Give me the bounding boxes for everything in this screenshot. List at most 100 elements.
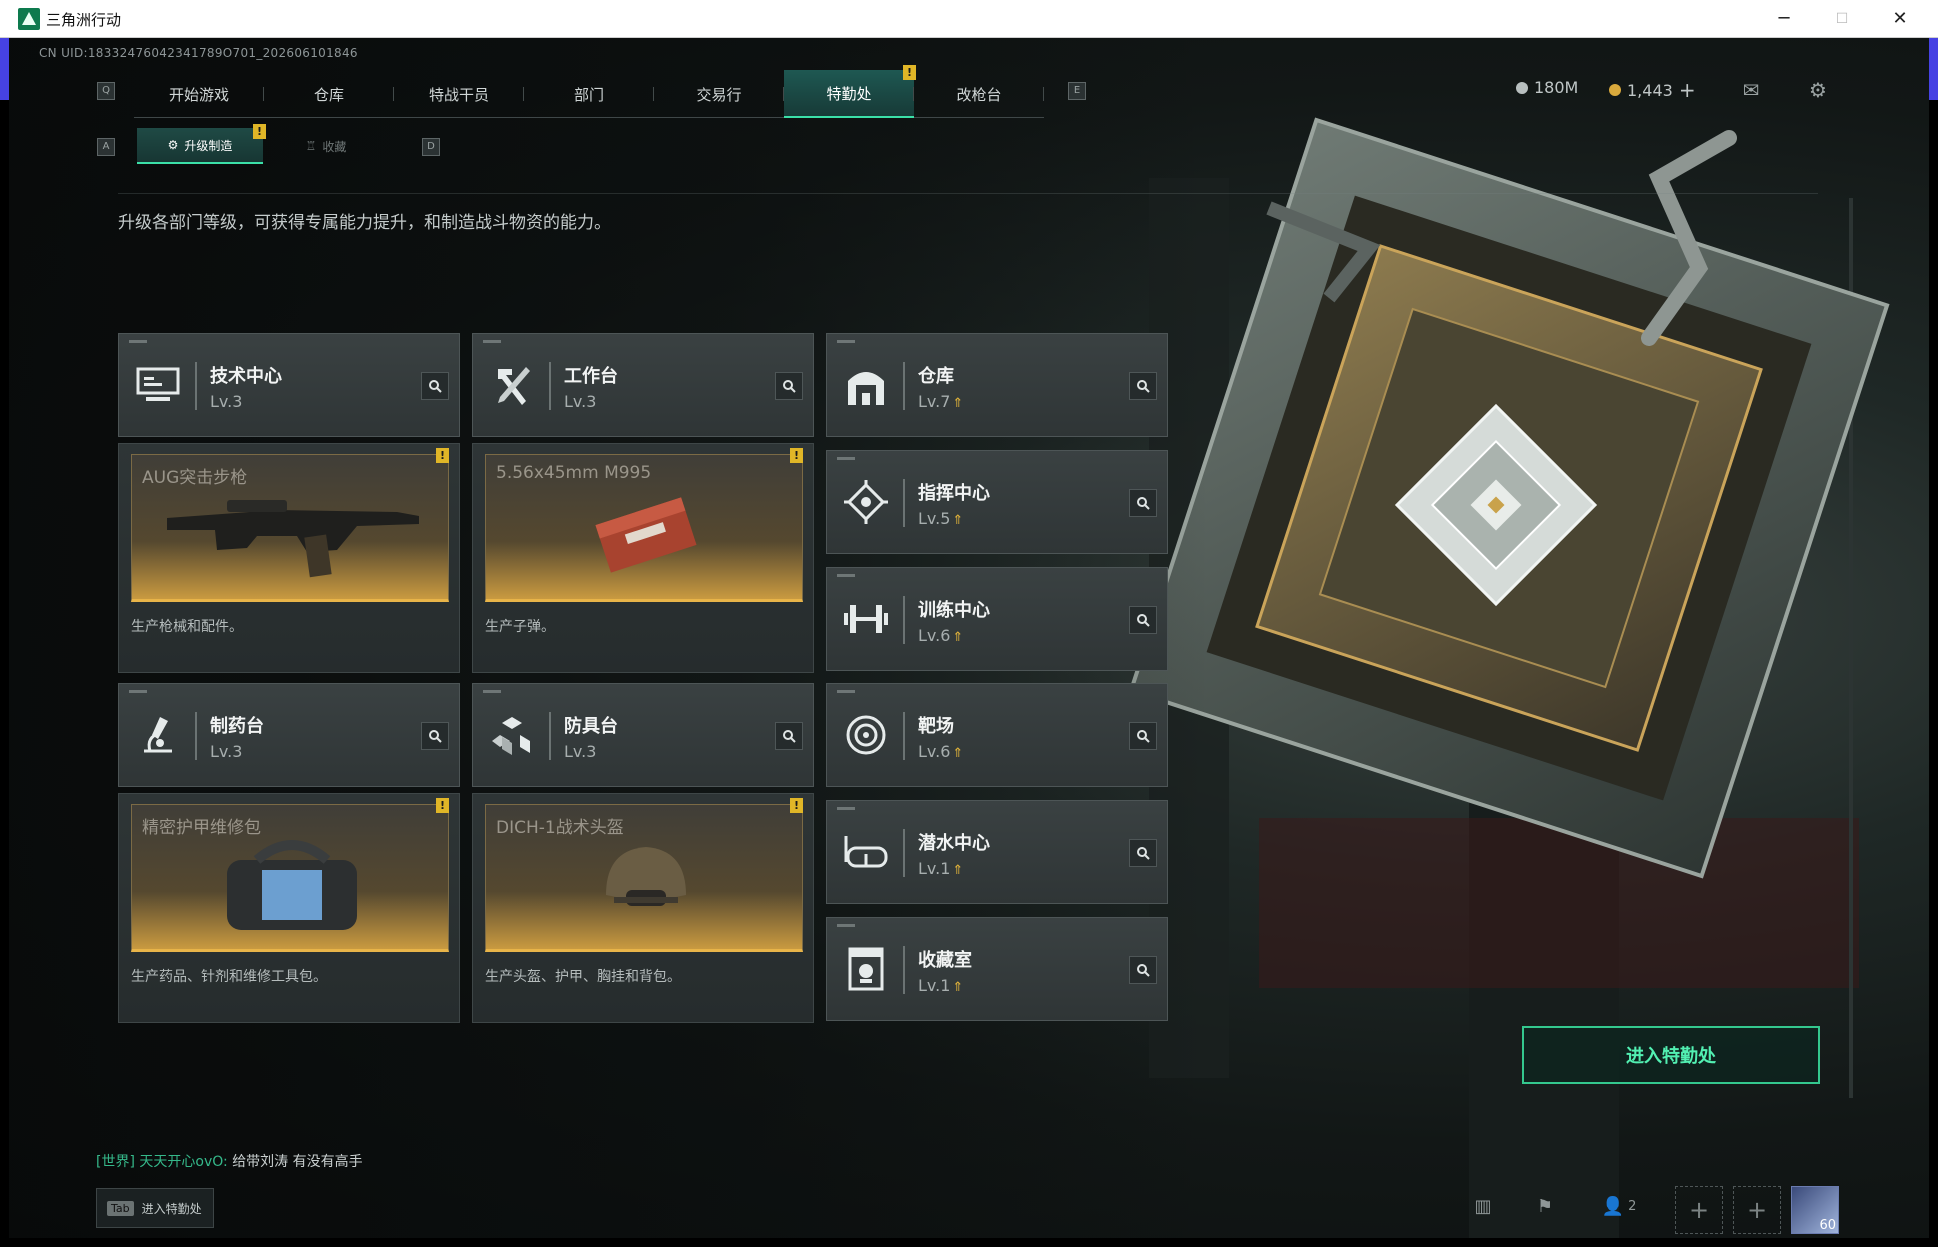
tab-start-game[interactable]: 开始游戏 [134,70,264,118]
nav-alert-badge: ! [903,65,916,80]
dept-card-shooting-range[interactable]: 靶场 Lv.6 ⇑ [826,683,1168,787]
party-slot-add[interactable]: + [1675,1186,1723,1234]
minimize-button[interactable]: ─ [1755,0,1813,38]
dept-level: Lv.1 ⇑ [918,859,963,878]
enter-special-ops-button[interactable]: 进入特勤处 [1522,1026,1820,1084]
dept-name: 收藏室 [918,950,972,971]
tab-hint-button[interactable]: Tab 进入特勤处 [96,1188,214,1228]
production-card-armor[interactable]: DICH-1战术头盔 ! 生产头盔、护甲、胸挂和背包。 [472,793,814,1023]
friends-button[interactable]: 👤 2 [1594,1186,1644,1226]
product-image: AUG突击步枪 [131,454,449,602]
avatar[interactable]: 60 [1791,1186,1839,1234]
card-tag [837,457,855,460]
subtab-upgrade-craft[interactable]: ⚙ 升级制造 [137,128,263,164]
chat-line[interactable]: [世界] 天天开心ovO: 给带刘涛 有没有高手 [96,1151,363,1171]
dept-level: Lv.6 ⇑ [918,742,963,761]
subtab-alert-badge: ! [253,124,266,139]
card-separator [549,362,551,410]
tab-special-ops[interactable]: 特勤处 [784,70,914,118]
warehouse-icon [841,360,891,410]
hammer-wrench-icon [487,360,537,410]
collection-icon: ♖ [305,139,317,153]
flag-icon[interactable]: ⚑ [1527,1186,1563,1226]
dept-card-armor-bench[interactable]: 防具台 Lv.3 [472,683,814,787]
dept-card-command-center[interactable]: 指挥中心 Lv.5 ⇑ [826,450,1168,554]
product-desc: 生产子弹。 [485,619,555,635]
chat-message: 给带刘涛 有没有高手 [232,1154,363,1170]
stats-chart-icon[interactable]: ▥ [1465,1186,1501,1226]
dept-card-diving-center[interactable]: 潜水中心 Lv.1 ⇑ [826,800,1168,904]
search-icon[interactable] [421,722,449,750]
search-icon[interactable] [775,372,803,400]
craft-gear-icon: ⚙ [167,138,179,152]
add-currency-button[interactable]: + [1679,78,1696,102]
search-icon[interactable] [1129,722,1157,750]
window-title: 三角洲行动 [46,11,122,29]
silver-coin-icon [1516,81,1528,94]
upgrade-arrow-icon: ⇑ [952,396,964,411]
app-logo-icon [18,8,40,30]
card-separator [903,362,905,410]
product-alert-badge: ! [790,798,803,813]
dept-name: 潜水中心 [918,833,990,854]
product-alert-badge: ! [436,798,449,813]
tab-trading[interactable]: 交易行 [654,70,784,118]
close-button[interactable]: ✕ [1871,0,1929,38]
dept-card-workbench[interactable]: 工作台 Lv.3 [472,333,814,437]
subtab-collection-label: 收藏 [322,139,347,154]
window-title-bar: 三角洲行动 ─ ☐ ✕ [0,0,1938,38]
production-card-medical[interactable]: 精密护甲维修包 ! 生产药品、针剂和维修工具包。 [118,793,460,1023]
dept-card-tech-center[interactable]: 技术中心 Lv.3 [118,333,460,437]
search-icon[interactable] [421,372,449,400]
search-icon[interactable] [1129,489,1157,517]
repair-kit-image [227,840,357,930]
search-icon[interactable] [1129,606,1157,634]
card-separator [549,712,551,760]
settings-gear-icon[interactable]: ⚙ [1804,78,1832,102]
tab-department[interactable]: 部门 [524,70,654,118]
tab-warehouse[interactable]: 仓库 [264,70,394,118]
tab-gunsmith[interactable]: 改枪台 [914,70,1044,118]
card-tag [837,340,855,343]
nav-key-e: E [1068,82,1086,100]
uid-text: CN UID:18332476042341789O701_20260610184… [39,46,358,60]
dept-name: 工作台 [564,366,618,387]
dept-card-collection-room[interactable]: 收藏室 Lv.1 ⇑ [826,917,1168,1021]
tab-key: Tab [107,1200,134,1216]
dept-name: 制药台 [210,716,264,737]
tab-operators[interactable]: 特战干员 [394,70,524,118]
friends-count: 2 [1628,1198,1637,1214]
dept-level: Lv.7 ⇑ [918,392,963,411]
dept-level: Lv.3 [564,742,597,761]
trophy-case-icon [841,944,891,994]
production-card-ammo[interactable]: 5.56x45mm M995 ! 生产子弹。 [472,443,814,673]
upgrade-arrow-icon: ⇑ [952,630,964,645]
game-viewport: CN UID:18332476042341789O701_20260610184… [9,38,1929,1238]
gold-currency: 1,443 + [1609,78,1696,102]
card-separator [195,712,197,760]
desktop-edge [0,38,9,100]
search-icon[interactable] [775,722,803,750]
production-card-weapons[interactable]: AUG突击步枪 ! 生产枪械和配件。 [118,443,460,673]
ammo-box-image [595,497,697,573]
search-icon[interactable] [1129,372,1157,400]
product-desc: 生产药品、针剂和维修工具包。 [131,969,327,985]
product-desc: 生产头盔、护甲、胸挂和背包。 [485,969,681,985]
dept-level-text: Lv.5 [918,509,951,528]
dept-card-training-center[interactable]: 训练中心 Lv.6 ⇑ [826,567,1168,671]
card-tag [129,340,147,343]
maximize-button[interactable]: ☐ [1813,0,1871,38]
rifle-image [167,500,419,578]
mail-icon[interactable]: ✉ [1737,78,1765,102]
party-slot-add[interactable]: + [1733,1186,1781,1234]
dept-card-pharmacy[interactable]: 制药台 Lv.3 [118,683,460,787]
friends-icon: 👤 [1601,1195,1625,1217]
search-icon[interactable] [1129,839,1157,867]
card-separator [903,479,905,527]
subtab-collection[interactable]: ♖ 收藏 [271,128,381,164]
search-icon[interactable] [1129,956,1157,984]
dept-card-warehouse[interactable]: 仓库 Lv.7 ⇑ [826,333,1168,437]
dept-level: Lv.3 [210,742,243,761]
product-desc: 生产枪械和配件。 [131,619,243,635]
dept-level-text: Lv.6 [918,626,951,645]
